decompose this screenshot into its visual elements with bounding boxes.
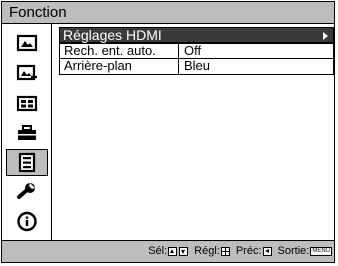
menu-row-hdmi-settings[interactable]: Réglages HDMI <box>59 27 334 43</box>
category-information[interactable] <box>6 208 48 235</box>
picture-icon <box>16 34 38 52</box>
category-function[interactable] <box>6 149 48 176</box>
title-bar: Fonction <box>2 2 334 24</box>
advanced-picture-icon <box>16 64 37 81</box>
menu-row-background[interactable]: Arrière-plan Bleu <box>59 58 334 75</box>
menu-items-panel: Réglages HDMI Rech. ent. auto. Off Arriè… <box>52 24 334 240</box>
menu-row-auto-input-search[interactable]: Rech. ent. auto. Off <box>59 43 334 59</box>
menu-title: Fonction <box>9 4 67 21</box>
menu-key-icon: MENU <box>310 246 332 256</box>
category-icon-column <box>2 24 52 240</box>
menu-row-label: Rech. ent. auto. <box>64 43 156 58</box>
menu-row-label: Arrière-plan <box>64 58 132 73</box>
wrench-icon <box>17 183 35 199</box>
left-arrow-key-icon <box>262 246 272 256</box>
menu-window: Fonction Réglages HDMI Rech. ent. auto. … <box>1 1 335 263</box>
status-bar: Sél: Régl: Préc: Sortie: MENU <box>2 240 334 262</box>
screen-icon <box>16 95 38 112</box>
key-guide: Sél: Régl: Préc: Sortie: MENU <box>148 244 332 258</box>
category-picture[interactable] <box>6 30 48 57</box>
function-icon <box>18 152 36 173</box>
menu-row-value: Off <box>184 43 202 58</box>
cross-key-icon <box>220 246 230 256</box>
select-label: Sél: <box>148 245 168 257</box>
submenu-arrow-icon <box>323 32 328 40</box>
adjust-label: Régl: <box>194 245 220 257</box>
category-setup[interactable] <box>6 120 48 147</box>
menu-row-value: Bleu <box>184 58 211 73</box>
category-installation[interactable] <box>6 179 48 206</box>
menu-row-label: Réglages HDMI <box>63 27 162 43</box>
category-screen[interactable] <box>6 90 48 117</box>
down-arrow-key-icon <box>179 246 189 256</box>
row-divider <box>178 44 179 58</box>
setup-icon <box>18 125 36 140</box>
previous-label: Préc: <box>235 245 262 257</box>
up-arrow-key-icon <box>168 246 178 256</box>
exit-label: Sortie: <box>277 245 310 257</box>
information-icon <box>17 211 37 232</box>
category-advanced-picture[interactable] <box>6 60 48 87</box>
row-divider <box>178 59 179 74</box>
